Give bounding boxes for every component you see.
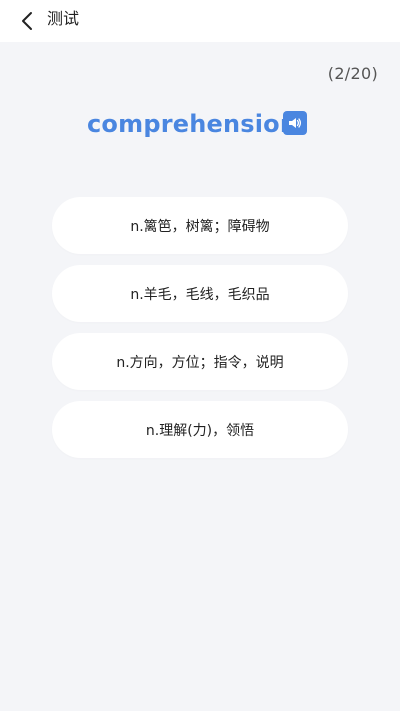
question-progress: (2/20) xyxy=(327,64,378,83)
answer-option[interactable]: n.篱笆，树篱；障碍物 xyxy=(52,197,348,254)
answer-options: n.篱笆，树篱；障碍物 n.羊毛，毛线，毛织品 n.方向，方位；指令，说明 n.… xyxy=(52,197,348,469)
pronounce-button[interactable] xyxy=(283,111,307,135)
speaker-icon xyxy=(289,118,302,128)
answer-option[interactable]: n.理解(力)，领悟 xyxy=(52,401,348,458)
answer-option[interactable]: n.方向，方位；指令，说明 xyxy=(52,333,348,390)
quiz-word: comprehension xyxy=(87,110,298,138)
back-button[interactable] xyxy=(12,6,42,36)
app-header: 测试 xyxy=(0,0,400,42)
word-row: comprehension xyxy=(0,104,400,144)
answer-option[interactable]: n.羊毛，毛线，毛织品 xyxy=(52,265,348,322)
page-title: 测试 xyxy=(47,9,80,28)
chevron-left-icon xyxy=(22,12,32,30)
